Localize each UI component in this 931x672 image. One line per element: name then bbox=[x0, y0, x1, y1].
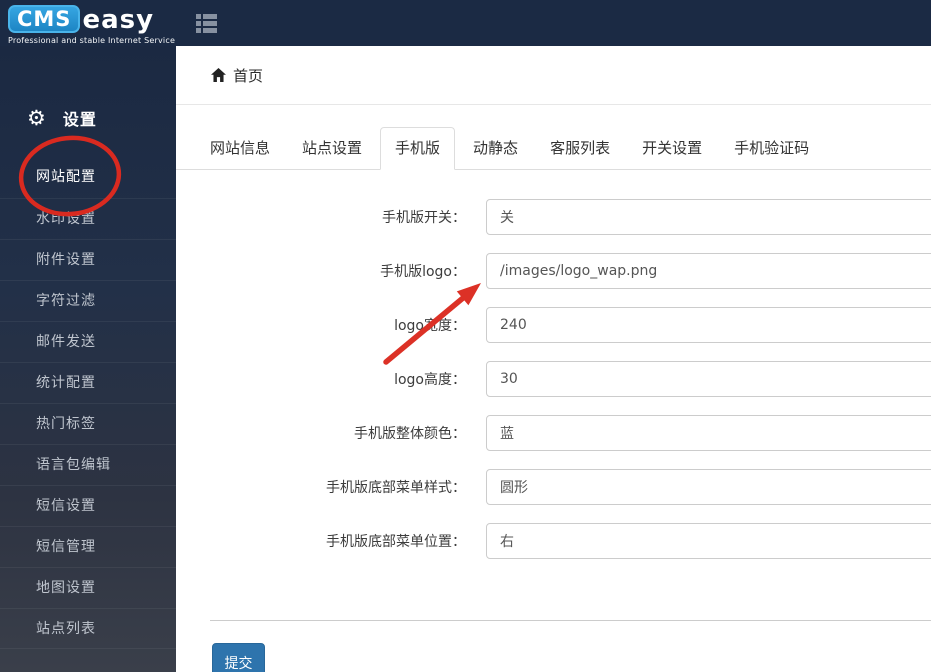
breadcrumb-home[interactable]: 首页 bbox=[176, 46, 931, 105]
logo-cms-badge: CMS bbox=[8, 5, 81, 33]
main-content: 首页 网站信息 站点设置 手机版 动静态 客服列表 开关设置 手机验证码 手机版… bbox=[176, 46, 931, 672]
tab-mobile-version[interactable]: 手机版 bbox=[380, 127, 456, 170]
tab-site-settings[interactable]: 站点设置 bbox=[288, 127, 376, 169]
sidebar-item-mail-send[interactable]: 邮件发送 bbox=[0, 321, 176, 362]
sidebar: ⚙ 设置 网站配置 水印设置 附件设置 字符过滤 邮件发送 统计配置 热门标签 … bbox=[0, 46, 176, 672]
mobile-color-label: 手机版整体颜色： bbox=[354, 426, 466, 442]
form-row: logo宽度： bbox=[176, 307, 931, 343]
sidebar-item-site-config[interactable]: 网站配置 bbox=[0, 157, 176, 198]
tab-site-info[interactable]: 网站信息 bbox=[196, 127, 284, 169]
top-bar: CMS easy Professional and stable Interne… bbox=[0, 0, 931, 46]
tab-switch-settings[interactable]: 开关设置 bbox=[628, 127, 716, 169]
sidebar-item-map-settings[interactable]: 地图设置 bbox=[0, 567, 176, 608]
sidebar-toggle-list-icon[interactable] bbox=[196, 14, 218, 33]
logo-width-input[interactable] bbox=[486, 307, 931, 343]
logo-easy-text: easy bbox=[82, 5, 155, 35]
sidebar-item-hot-tags[interactable]: 热门标签 bbox=[0, 403, 176, 444]
form-row: 手机版开关： bbox=[176, 199, 931, 235]
sidebar-item-language-pack[interactable]: 语言包编辑 bbox=[0, 444, 176, 485]
cmseasy-logo[interactable]: CMS easy Professional and stable Interne… bbox=[8, 4, 175, 45]
mobile-logo-input[interactable] bbox=[486, 253, 931, 289]
sidebar-item-watermark[interactable]: 水印设置 bbox=[0, 198, 176, 239]
home-icon bbox=[211, 68, 226, 82]
mobile-switch-input[interactable] bbox=[486, 199, 931, 235]
sidebar-item-site-list[interactable]: 站点列表 bbox=[0, 608, 176, 649]
sidebar-section-settings: ⚙ 设置 bbox=[0, 98, 176, 138]
tab-bar: 网站信息 站点设置 手机版 动静态 客服列表 开关设置 手机验证码 bbox=[176, 127, 931, 170]
sidebar-item-char-filter[interactable]: 字符过滤 bbox=[0, 280, 176, 321]
form-row: 手机版logo： bbox=[176, 253, 931, 289]
logo-height-input[interactable] bbox=[486, 361, 931, 397]
bottom-menu-position-input[interactable] bbox=[486, 523, 931, 559]
bottom-menu-style-label: 手机版底部菜单样式： bbox=[326, 480, 466, 496]
bottom-menu-style-input[interactable] bbox=[486, 469, 931, 505]
bottom-menu-position-label: 手机版底部菜单位置： bbox=[326, 534, 466, 550]
form-row: logo高度： bbox=[176, 361, 931, 397]
tab-dynamic-static[interactable]: 动静态 bbox=[459, 127, 532, 169]
mobile-color-input[interactable] bbox=[486, 415, 931, 451]
form-row: 手机版底部菜单样式： bbox=[176, 469, 931, 505]
breadcrumb-label: 首页 bbox=[233, 66, 264, 85]
sidebar-item-attachment[interactable]: 附件设置 bbox=[0, 239, 176, 280]
sidebar-item-sms-settings[interactable]: 短信设置 bbox=[0, 485, 176, 526]
form-divider bbox=[210, 620, 931, 621]
mobile-logo-label: 手机版logo： bbox=[380, 264, 466, 280]
logo-tagline: Professional and stable Internet Service bbox=[8, 36, 176, 45]
gear-icon: ⚙ bbox=[27, 105, 46, 130]
tab-service-list[interactable]: 客服列表 bbox=[536, 127, 624, 169]
form-row: 手机版底部菜单位置： bbox=[176, 523, 931, 559]
logo-height-label: logo高度： bbox=[394, 372, 466, 388]
submit-button[interactable]: 提交 bbox=[212, 643, 265, 672]
mobile-switch-label: 手机版开关： bbox=[382, 210, 466, 226]
tab-mobile-captcha[interactable]: 手机验证码 bbox=[720, 127, 823, 169]
form-row: 手机版整体颜色： bbox=[176, 415, 931, 451]
mobile-version-form: 手机版开关： 手机版logo： logo宽度： logo高度： 手机版整体颜色：… bbox=[176, 170, 931, 672]
sidebar-menu: 网站配置 水印设置 附件设置 字符过滤 邮件发送 统计配置 热门标签 语言包编辑… bbox=[0, 157, 176, 649]
sidebar-item-sms-manage[interactable]: 短信管理 bbox=[0, 526, 176, 567]
sidebar-section-title: 设置 bbox=[62, 110, 97, 129]
sidebar-item-stats-config[interactable]: 统计配置 bbox=[0, 362, 176, 403]
logo-width-label: logo宽度： bbox=[394, 318, 466, 334]
